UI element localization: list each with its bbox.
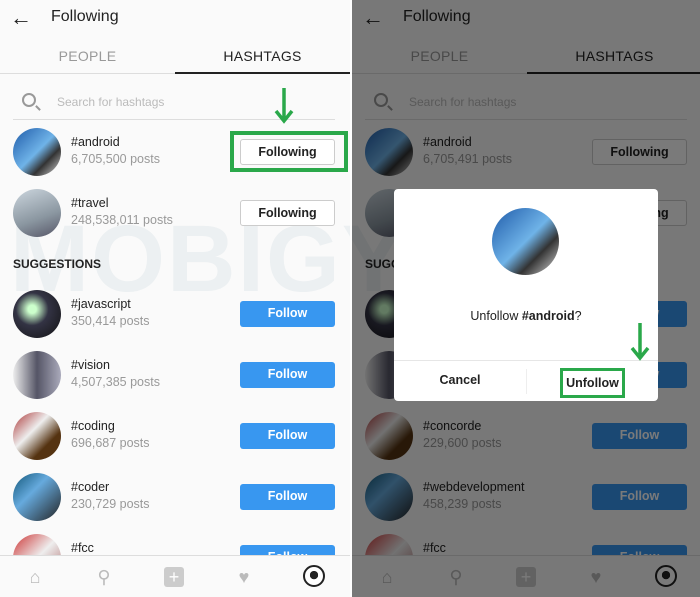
follow-button[interactable]: Follow bbox=[240, 423, 335, 449]
hashtag-name[interactable]: #fcc bbox=[71, 541, 94, 555]
tab-people[interactable]: PEOPLE bbox=[0, 48, 175, 64]
post-count: 350,414 posts bbox=[71, 314, 150, 328]
hashtag-avatar bbox=[13, 189, 61, 237]
right-screen: MOBIGYAAN ← Following PEOPLE HASHTAGS Se… bbox=[352, 0, 700, 597]
hashtag-avatar bbox=[13, 290, 61, 338]
follow-button[interactable]: Follow bbox=[240, 484, 335, 510]
post-count: 6,705,500 posts bbox=[71, 152, 160, 166]
following-button[interactable]: Following bbox=[240, 200, 335, 226]
post-count: 248,538,011 posts bbox=[71, 213, 173, 227]
active-tab-indicator bbox=[175, 72, 350, 74]
tab-hashtags[interactable]: HASHTAGS bbox=[175, 48, 350, 64]
dialog-divider bbox=[394, 360, 658, 361]
prompt-suffix: ? bbox=[574, 309, 582, 323]
hashtag-name[interactable]: #travel bbox=[71, 196, 109, 210]
arrow-down-icon bbox=[274, 88, 294, 124]
hashtag-row: #vision 4,507,385 posts Follow bbox=[0, 347, 350, 403]
cancel-button[interactable]: Cancel bbox=[394, 373, 526, 387]
hashtag-name[interactable]: #javascript bbox=[71, 297, 131, 311]
page-title: Following bbox=[51, 8, 119, 25]
hashtag-row: #travel 248,538,011 posts Following bbox=[0, 185, 350, 241]
search-icon bbox=[22, 93, 36, 107]
bottom-nav: ⌂ ⚲ + ♥ bbox=[0, 555, 350, 597]
post-count: 4,507,385 posts bbox=[71, 375, 160, 389]
profile-avatar-icon[interactable] bbox=[303, 565, 325, 587]
hashtag-image bbox=[492, 208, 559, 275]
post-count: 230,729 posts bbox=[71, 497, 150, 511]
hashtag-row: #coding 696,687 posts Follow bbox=[0, 408, 350, 464]
search-placeholder: Search for hashtags bbox=[57, 95, 165, 109]
hashtag-name[interactable]: #coder bbox=[71, 480, 109, 494]
unfollow-prompt: Unfollow #android? bbox=[394, 309, 658, 323]
heart-icon[interactable]: ♥ bbox=[234, 567, 254, 587]
left-screen: MOBIGYAAN ← Following PEOPLE HASHTAGS Se… bbox=[0, 0, 350, 597]
hashtag-avatar bbox=[13, 128, 61, 176]
suggestions-heading: SUGGESTIONS bbox=[13, 257, 102, 271]
arrow-down-icon bbox=[630, 323, 650, 361]
hashtag-avatar bbox=[13, 473, 61, 521]
hashtag-name[interactable]: #android bbox=[71, 135, 120, 149]
hashtag-name[interactable]: #vision bbox=[71, 358, 110, 372]
add-post-icon[interactable]: + bbox=[164, 567, 184, 587]
hashtag-row: #javascript 350,414 posts Follow bbox=[0, 286, 350, 342]
home-icon[interactable]: ⌂ bbox=[25, 567, 45, 587]
unfollow-button[interactable]: Unfollow bbox=[560, 368, 625, 398]
prompt-tag: #android bbox=[521, 309, 575, 323]
follow-button[interactable]: Follow bbox=[240, 301, 335, 327]
highlight-box bbox=[230, 131, 348, 172]
unfollow-dialog: Unfollow #android? Cancel Unfollow bbox=[394, 189, 658, 401]
hashtag-name[interactable]: #coding bbox=[71, 419, 115, 433]
hashtag-avatar bbox=[13, 412, 61, 460]
header: ← Following bbox=[0, 0, 350, 38]
arrow-left-icon[interactable]: ← bbox=[10, 5, 32, 31]
prompt-prefix: Unfollow bbox=[470, 309, 522, 323]
search-nav-icon[interactable]: ⚲ bbox=[94, 567, 114, 587]
hashtag-avatar bbox=[13, 351, 61, 399]
follow-button[interactable]: Follow bbox=[240, 362, 335, 388]
hashtag-row: #coder 230,729 posts Follow bbox=[0, 469, 350, 525]
post-count: 696,687 posts bbox=[71, 436, 150, 450]
button-divider bbox=[526, 369, 527, 394]
